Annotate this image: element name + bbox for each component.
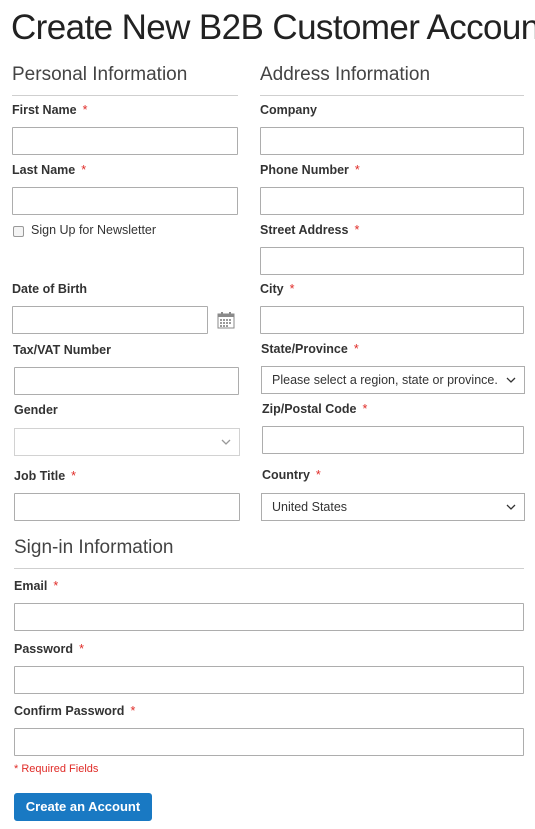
gender-select[interactable] [14,428,240,456]
zip-postal-code-label: Zip/Postal Code * [262,402,368,416]
job-title-label: Job Title * [14,469,77,483]
city-field[interactable] [260,306,524,334]
first-name-field[interactable] [12,127,238,155]
company-field[interactable] [260,127,524,155]
personal-divider [12,95,238,96]
country-select[interactable]: United States [261,493,525,521]
street-address-field[interactable] [260,247,524,275]
date-of-birth-field[interactable] [12,306,208,334]
country-label: Country * [262,468,321,482]
city-label: City * [260,282,295,296]
country-selected-value: United States [272,500,348,514]
company-label: Company [260,103,317,117]
sign-in-information-heading: Sign-in Information [14,537,174,558]
state-province-label: State/Province * [261,342,359,356]
newsletter-checkbox[interactable] [13,226,24,237]
phone-number-label: Phone Number * [260,163,360,177]
state-province-placeholder: Please select a region, state or provinc… [272,373,498,387]
confirm-password-field[interactable] [14,728,524,756]
chevron-down-icon [506,377,516,383]
first-name-label: First Name * [12,103,88,117]
email-label: Email * [14,579,59,593]
email-field[interactable] [14,603,524,631]
job-title-field[interactable] [14,493,240,521]
personal-information-heading: Personal Information [12,64,188,85]
zip-postal-code-field[interactable] [262,426,524,454]
street-address-label: Street Address * [260,223,360,237]
confirm-password-label: Confirm Password * [14,704,136,718]
chevron-down-icon [506,504,516,510]
last-name-label: Last Name * [12,163,87,177]
page-title: Create New B2B Customer Account [11,8,535,47]
sign-in-divider [14,568,524,569]
password-label: Password * [14,642,84,656]
chevron-down-icon [221,439,231,445]
password-field[interactable] [14,666,524,694]
newsletter-label: Sign Up for Newsletter [31,223,157,237]
tax-vat-label: Tax/VAT Number [13,343,111,357]
tax-vat-field[interactable] [14,367,239,395]
date-of-birth-label: Date of Birth [12,282,87,296]
address-information-heading: Address Information [260,64,431,85]
required-fields-note: * Required Fields [14,763,99,775]
create-account-button[interactable]: Create an Account [14,793,152,821]
phone-number-field[interactable] [260,187,524,215]
last-name-field[interactable] [12,187,238,215]
gender-label: Gender [14,403,58,417]
address-divider [260,95,524,96]
state-province-select[interactable]: Please select a region, state or provinc… [261,366,525,394]
calendar-icon[interactable] [217,311,235,329]
